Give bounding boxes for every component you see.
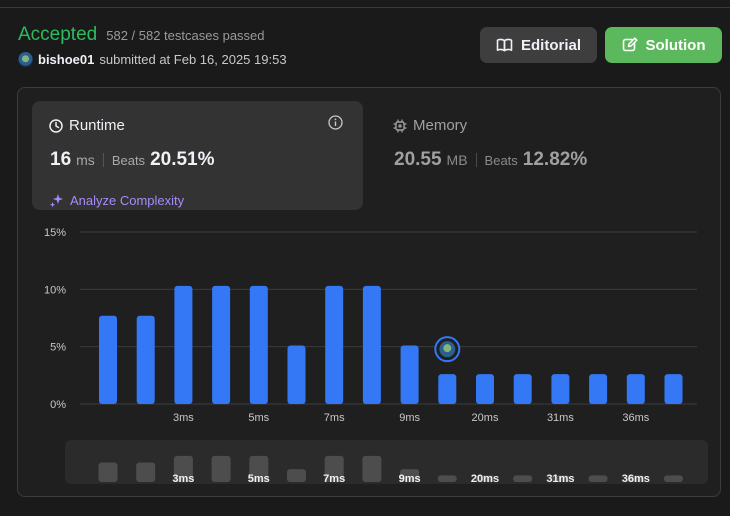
runtime-bar[interactable] <box>174 285 193 404</box>
x-tick-label: 36ms <box>622 412 649 424</box>
x-tick-label: 31ms <box>547 412 574 424</box>
x-tick-label: 9ms <box>399 412 420 424</box>
overview-scrollbar[interactable] <box>65 440 708 484</box>
runtime-bar[interactable] <box>249 285 268 404</box>
x-tick-label: 3ms <box>173 412 194 424</box>
runtime-bar[interactable] <box>664 374 683 404</box>
overview-tick-label: 20ms <box>471 473 499 485</box>
runtime-bar[interactable] <box>287 345 306 404</box>
overview-bar <box>362 455 382 482</box>
overview-tick-label: 5ms <box>248 473 270 485</box>
y-tick-label: 0% <box>50 399 66 411</box>
overview-tick-label: 31ms <box>546 473 574 485</box>
overview-tick-label: 7ms <box>323 473 345 485</box>
x-tick-label: 7ms <box>324 412 345 424</box>
runtime-bar[interactable] <box>476 374 494 404</box>
overview-tick-label: 36ms <box>622 473 650 485</box>
runtime-bar[interactable] <box>589 374 608 404</box>
runtime-distribution-chart: 0% 5% 10% 15% 3ms 5ms 7ms 9ms 20ms 31ms 36ms 3ms 5… <box>44 227 708 485</box>
overview-bar <box>437 475 457 482</box>
overview-bar <box>588 475 608 482</box>
runtime-bar[interactable] <box>400 345 419 404</box>
y-tick-label: 15% <box>44 227 66 239</box>
runtime-bar[interactable] <box>212 285 231 404</box>
runtime-bar[interactable] <box>551 374 570 404</box>
y-tick-label: 10% <box>44 284 66 296</box>
runtime-bar[interactable] <box>362 285 381 404</box>
overview-bar <box>513 475 533 482</box>
overview-tick-label: 9ms <box>399 473 421 485</box>
runtime-bar[interactable] <box>99 315 117 404</box>
overview-bar <box>664 475 683 482</box>
runtime-bar[interactable] <box>513 374 532 404</box>
runtime-bar[interactable] <box>438 374 457 404</box>
y-tick-label: 5% <box>50 342 66 354</box>
x-tick-label: 20ms <box>472 412 499 424</box>
runtime-bar[interactable] <box>626 374 645 404</box>
overview-bar <box>136 462 156 482</box>
overview-bar <box>287 469 306 482</box>
overview-tick-label: 3ms <box>172 473 194 485</box>
overview-bar <box>211 455 231 482</box>
x-tick-label: 5ms <box>248 412 269 424</box>
runtime-bar[interactable] <box>136 315 155 404</box>
overview-bar <box>98 462 118 482</box>
runtime-bar[interactable] <box>325 285 344 404</box>
avatar-face <box>443 344 452 353</box>
